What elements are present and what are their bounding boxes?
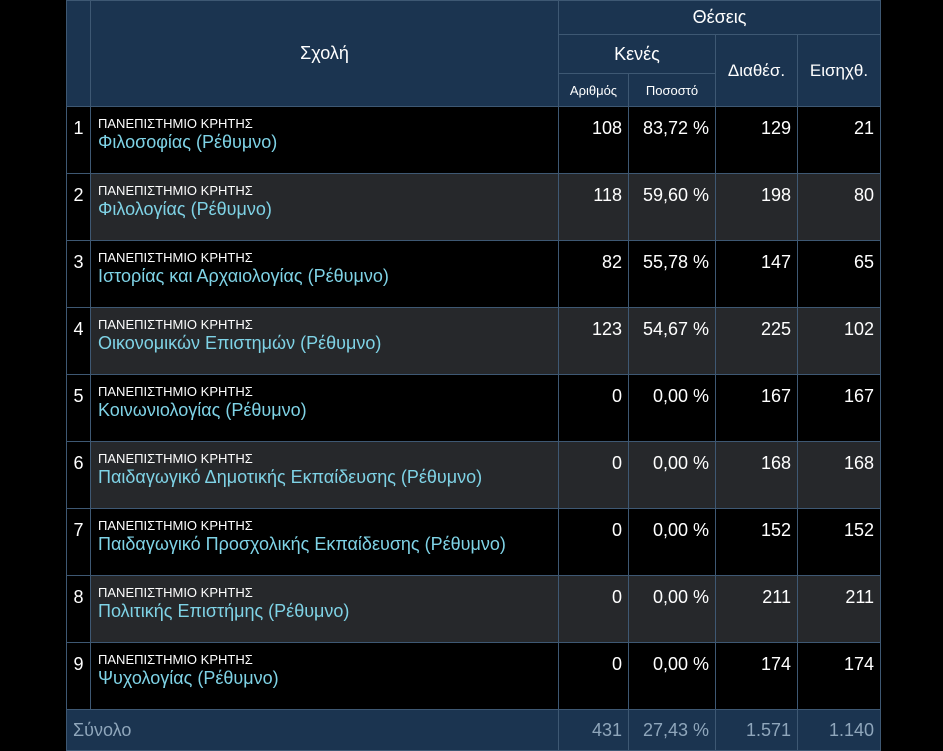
school-cell: ΠΑΝΕΠΙΣΤΗΜΙΟ ΚΡΗΤΗΣ Κοινωνιολογίας (Ρέθυμ… [90,374,559,442]
vacant-percent: 0,00 % [628,374,716,442]
header-vacant: Κενές [558,34,716,74]
department-link[interactable]: Παιδαγωγικό Δημοτικής Εκπαίδευσης (Ρέθυμ… [98,466,558,488]
school-cell: ΠΑΝΕΠΙΣΤΗΜΙΟ ΚΡΗΤΗΣ Παιδαγωγικό Προσχολικ… [90,508,559,576]
vacancies-table: Σχολή Θέσεις Κενές Διαθέσ. Εισηχθ. Αριθμ… [66,0,882,751]
introduced-count: 168 [796,441,882,509]
vacant-number: 82 [558,240,629,308]
introduced-count: 65 [796,240,882,308]
school-cell: ΠΑΝΕΠΙΣΤΗΜΙΟ ΚΡΗΤΗΣ Φιλολογίας (Ρέθυμνο) [90,173,559,241]
university-name: ΠΑΝΕΠΙΣΤΗΜΙΟ ΚΡΗΤΗΣ [98,250,253,265]
available-places: 167 [715,374,798,442]
vacant-number: 0 [558,642,629,710]
vacant-percent: 83,72 % [628,106,716,174]
vacant-number: 0 [558,508,629,576]
university-name: ΠΑΝΕΠΙΣΤΗΜΙΟ ΚΡΗΤΗΣ [98,317,253,332]
row-index: 9 [66,642,91,710]
department-link[interactable]: Οικονομικών Επιστημών (Ρέθυμνο) [98,332,558,354]
available-places: 147 [715,240,798,308]
row-index: 5 [66,374,91,442]
available-places: 225 [715,307,798,375]
available-places: 211 [715,575,798,643]
header-school: Σχολή [90,0,559,107]
table-row: 4 ΠΑΝΕΠΙΣΤΗΜΙΟ ΚΡΗΤΗΣ Οικονομικών Επιστημώ… [66,307,882,375]
header-places: Θέσεις [557,0,882,35]
table-row: 6 ΠΑΝΕΠΙΣΤΗΜΙΟ ΚΡΗΤΗΣ Παιδαγωγικό Δημοτική… [66,441,882,509]
vacant-percent: 59,60 % [628,173,716,241]
vacant-number: 108 [558,106,629,174]
table-row: 7 ΠΑΝΕΠΙΣΤΗΜΙΟ ΚΡΗΤΗΣ Παιδαγωγικό Προσχολι… [66,508,882,576]
table-row: 5 ΠΑΝΕΠΙΣΤΗΜΙΟ ΚΡΗΤΗΣ Κοινωνιολογίας (Ρέθυ… [66,374,882,442]
university-name: ΠΑΝΕΠΙΣΤΗΜΙΟ ΚΡΗΤΗΣ [98,451,253,466]
department-link[interactable]: Πολιτικής Επιστήμης (Ρέθυμνο) [98,600,558,622]
vacant-number: 0 [558,441,629,509]
vacant-percent: 0,00 % [628,441,716,509]
row-index: 4 [66,307,91,375]
department-link[interactable]: Παιδαγωγικό Προσχολικής Εκπαίδευσης (Ρέθ… [98,533,558,555]
university-name: ΠΑΝΕΠΙΣΤΗΜΙΟ ΚΡΗΤΗΣ [98,116,253,131]
introduced-count: 21 [796,106,882,174]
available-places: 198 [715,173,798,241]
total-introduced: 1.140 [796,709,882,751]
department-link[interactable]: Ιστορίας και Αρχαιολογίας (Ρέθυμνο) [98,265,558,287]
university-name: ΠΑΝΕΠΙΣΤΗΜΙΟ ΚΡΗΤΗΣ [98,652,253,667]
department-link[interactable]: Ψυχολογίας (Ρέθυμνο) [98,667,558,689]
header-index [66,0,91,107]
introduced-count: 152 [796,508,882,576]
available-places: 168 [715,441,798,509]
vacant-number: 118 [558,173,629,241]
total-row: Σύνολο 431 27,43 % 1.571 1.140 [66,709,882,751]
school-cell: ΠΑΝΕΠΙΣΤΗΜΙΟ ΚΡΗΤΗΣ Οικονομικών Επιστημών… [90,307,559,375]
header-percent: Ποσοστό [628,73,716,107]
row-index: 1 [66,106,91,174]
table-row: 3 ΠΑΝΕΠΙΣΤΗΜΙΟ ΚΡΗΤΗΣ Ιστορίας και Αρχαιολ… [66,240,882,308]
vacant-percent: 0,00 % [628,508,716,576]
table-row: 1 ΠΑΝΕΠΙΣΤΗΜΙΟ ΚΡΗΤΗΣ Φιλοσοφίας (Ρέθυμνο)… [66,106,882,174]
table-row: 2 ΠΑΝΕΠΙΣΤΗΜΙΟ ΚΡΗΤΗΣ Φιλολογίας (Ρέθυμνο)… [66,173,882,241]
school-cell: ΠΑΝΕΠΙΣΤΗΜΙΟ ΚΡΗΤΗΣ Ιστορίας και Αρχαιολο… [90,240,559,308]
available-places: 129 [715,106,798,174]
vacant-percent: 54,67 % [628,307,716,375]
row-index: 8 [66,575,91,643]
total-label: Σύνολο [66,709,559,751]
university-name: ΠΑΝΕΠΙΣΤΗΜΙΟ ΚΡΗΤΗΣ [98,585,253,600]
introduced-count: 80 [796,173,882,241]
introduced-count: 174 [796,642,882,710]
vacant-number: 123 [558,307,629,375]
row-index: 2 [66,173,91,241]
header-introduced: Εισηχθ. [796,34,882,107]
university-name: ΠΑΝΕΠΙΣΤΗΜΙΟ ΚΡΗΤΗΣ [98,518,253,533]
department-link[interactable]: Φιλοσοφίας (Ρέθυμνο) [98,131,558,153]
total-vacant-percent: 27,43 % [628,709,716,751]
total-vacant-number: 431 [558,709,629,751]
school-cell: ΠΑΝΕΠΙΣΤΗΜΙΟ ΚΡΗΤΗΣ Ψυχολογίας (Ρέθυμνο) [90,642,559,710]
header-available: Διαθέσ. [715,34,798,107]
school-cell: ΠΑΝΕΠΙΣΤΗΜΙΟ ΚΡΗΤΗΣ Παιδαγωγικό Δημοτικής… [90,441,559,509]
introduced-count: 102 [796,307,882,375]
school-cell: ΠΑΝΕΠΙΣΤΗΜΙΟ ΚΡΗΤΗΣ Πολιτικής Επιστήμης (… [90,575,559,643]
vacant-percent: 0,00 % [628,642,716,710]
vacant-percent: 0,00 % [628,575,716,643]
table-row: 8 ΠΑΝΕΠΙΣΤΗΜΙΟ ΚΡΗΤΗΣ Πολιτικής Επιστήμης … [66,575,882,643]
vacant-number: 0 [558,575,629,643]
available-places: 152 [715,508,798,576]
introduced-count: 167 [796,374,882,442]
results-table-wrapper: Σχολή Θέσεις Κενές Διαθέσ. Εισηχθ. Αριθμ… [66,0,882,751]
row-index: 7 [66,508,91,576]
department-link[interactable]: Φιλολογίας (Ρέθυμνο) [98,198,558,220]
vacant-number: 0 [558,374,629,442]
university-name: ΠΑΝΕΠΙΣΤΗΜΙΟ ΚΡΗΤΗΣ [98,183,253,198]
school-cell: ΠΑΝΕΠΙΣΤΗΜΙΟ ΚΡΗΤΗΣ Φιλοσοφίας (Ρέθυμνο) [90,106,559,174]
university-name: ΠΑΝΕΠΙΣΤΗΜΙΟ ΚΡΗΤΗΣ [98,384,253,399]
available-places: 174 [715,642,798,710]
vacant-percent: 55,78 % [628,240,716,308]
introduced-count: 211 [796,575,882,643]
total-available: 1.571 [715,709,798,751]
row-index: 3 [66,240,91,308]
header-number: Αριθμός [558,73,629,107]
table-row: 9 ΠΑΝΕΠΙΣΤΗΜΙΟ ΚΡΗΤΗΣ Ψυχολογίας (Ρέθυμνο)… [66,642,882,710]
department-link[interactable]: Κοινωνιολογίας (Ρέθυμνο) [98,399,558,421]
row-index: 6 [66,441,91,509]
